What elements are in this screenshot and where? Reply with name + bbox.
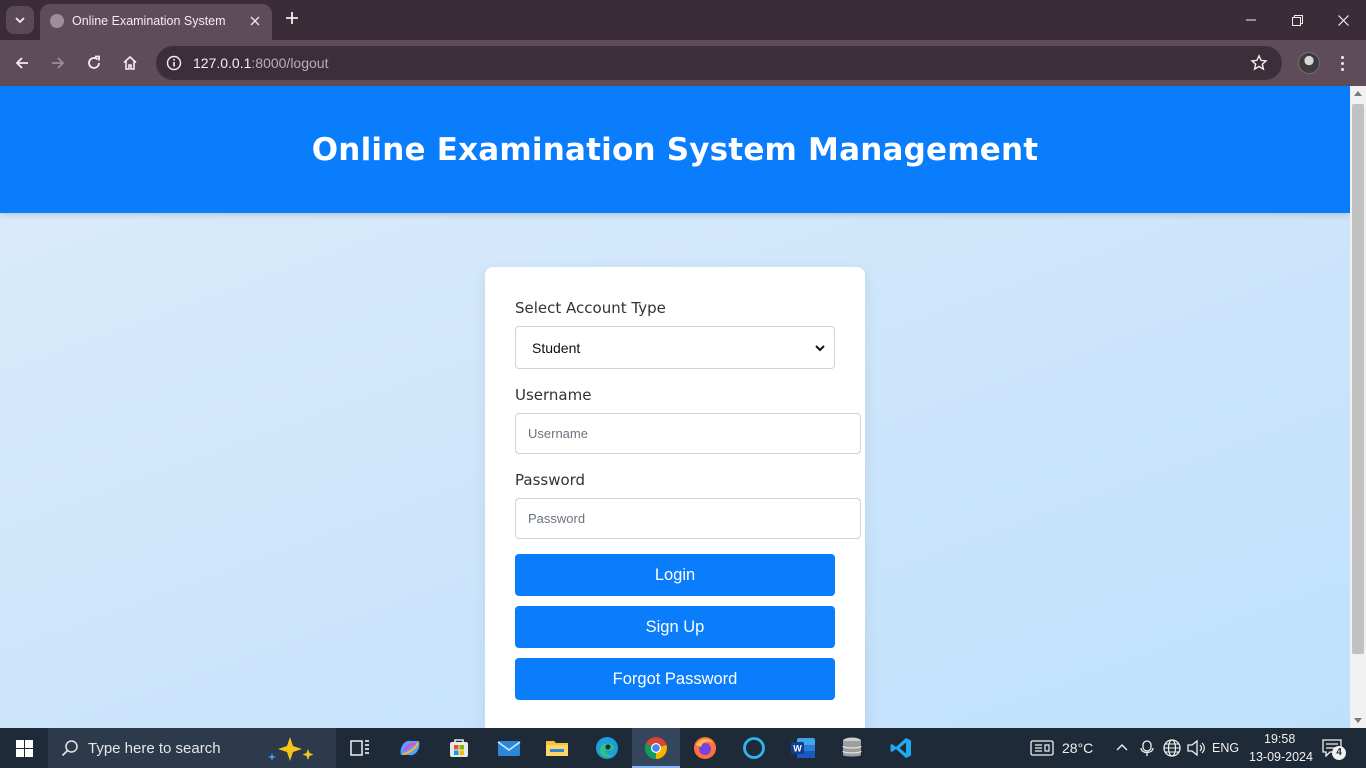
chrome-button[interactable] — [642, 734, 670, 762]
login-card: Select Account Type Student Username Use… — [485, 267, 865, 728]
globe-icon — [50, 14, 64, 28]
reload-icon — [88, 55, 100, 69]
mail-button[interactable] — [495, 734, 523, 762]
firefox-button[interactable] — [691, 734, 719, 762]
account-type-label: Select Account Type — [515, 299, 666, 317]
word-icon: W — [791, 738, 815, 758]
search-placeholder: Type here to search — [88, 740, 221, 757]
back-button[interactable] — [8, 49, 36, 77]
start-button[interactable] — [0, 728, 48, 768]
windows-taskbar: Type here to search W 28°C ENG 19:58 13-… — [0, 728, 1366, 768]
tab-close-button[interactable] — [246, 12, 264, 30]
signup-button[interactable]: Sign Up — [515, 606, 835, 648]
tab-title: Online Examination System — [72, 14, 226, 28]
chevron-down-icon — [815, 345, 825, 352]
username-label: Username — [515, 386, 592, 404]
weather-icon[interactable] — [1030, 739, 1054, 757]
profile-avatar[interactable] — [1298, 52, 1320, 74]
password-placeholder: Password — [528, 511, 586, 526]
close-window-button[interactable] — [1320, 0, 1366, 40]
sparkle-icon — [268, 737, 314, 761]
svg-text:W: W — [793, 744, 802, 754]
edge-button[interactable] — [593, 734, 621, 762]
close-icon — [250, 16, 260, 26]
notification-count-badge: 4 — [1332, 746, 1346, 760]
meet-now-icon[interactable] — [1140, 739, 1154, 757]
close-icon — [1337, 14, 1349, 26]
restore-button[interactable] — [1274, 0, 1320, 40]
browser-tab-strip: Online Examination System — [0, 0, 1366, 40]
speaker-icon[interactable] — [1186, 739, 1206, 757]
taskbar-search[interactable]: Type here to search — [48, 728, 336, 768]
account-type-value: Student — [532, 340, 581, 356]
username-input[interactable]: Username — [515, 413, 861, 454]
new-tab-button[interactable] — [282, 9, 302, 29]
word-button[interactable]: W — [789, 734, 817, 762]
mail-icon — [497, 741, 521, 756]
folder-icon — [546, 741, 568, 756]
plus-icon — [286, 12, 298, 24]
reload-button[interactable] — [80, 49, 108, 77]
star-icon[interactable] — [1250, 54, 1268, 72]
chevron-up-icon[interactable] — [1116, 742, 1128, 752]
vscode-icon — [890, 738, 911, 758]
address-bar[interactable]: 127.0.0.1:8000/logout — [156, 46, 1282, 80]
home-button[interactable] — [116, 49, 144, 77]
scroll-down-icon[interactable] — [1354, 718, 1362, 723]
account-type-select[interactable]: Student — [515, 326, 835, 369]
login-button[interactable]: Login — [515, 554, 835, 596]
clock-time[interactable]: 19:58 — [1264, 732, 1295, 746]
database-button[interactable] — [838, 734, 866, 762]
arrow-left-icon — [15, 57, 28, 69]
chrome-icon — [644, 737, 667, 760]
vscode-button[interactable] — [887, 734, 915, 762]
username-placeholder: Username — [528, 426, 588, 441]
url-host: 127.0.0.1 — [193, 55, 252, 71]
tab-search-button[interactable] — [6, 6, 34, 34]
weather-temperature[interactable]: 28°C — [1062, 740, 1093, 756]
url-path: :8000/logout — [251, 55, 329, 71]
scroll-up-icon[interactable] — [1354, 91, 1362, 96]
notification-center-button[interactable]: 4 — [1322, 738, 1346, 760]
forward-button[interactable] — [44, 49, 72, 77]
browser-toolbar: 127.0.0.1:8000/logout — [0, 40, 1366, 86]
restore-icon — [1291, 14, 1303, 26]
search-icon — [61, 740, 78, 757]
site-info-icon[interactable] — [166, 55, 182, 71]
password-input[interactable]: Password — [515, 498, 861, 539]
file-explorer-button[interactable] — [543, 734, 571, 762]
microsoft-store-button[interactable] — [445, 734, 473, 762]
browser-menu-button[interactable] — [1334, 53, 1350, 73]
firefox-icon — [694, 737, 716, 759]
cortana-button[interactable] — [740, 734, 768, 762]
page-title: Online Examination System Management — [311, 131, 1039, 168]
page-scrollbar[interactable] — [1350, 86, 1366, 728]
edge-icon — [596, 737, 618, 759]
database-icon — [842, 737, 862, 757]
chevron-down-icon — [15, 17, 25, 24]
window-controls — [1228, 0, 1366, 40]
copilot-icon — [400, 740, 420, 756]
page-viewport: Online Examination System Management Sel… — [0, 86, 1350, 728]
clock-date[interactable]: 13-09-2024 — [1249, 750, 1313, 764]
copilot-button[interactable] — [396, 734, 424, 762]
globe-network-icon[interactable] — [1162, 738, 1182, 758]
browser-tab[interactable]: Online Examination System — [40, 4, 272, 40]
forgot-password-button[interactable]: Forgot Password — [515, 658, 835, 700]
cortana-icon — [743, 737, 765, 759]
task-view-button[interactable] — [346, 734, 374, 762]
minimize-button[interactable] — [1228, 0, 1274, 40]
store-icon — [450, 739, 468, 757]
home-icon — [123, 55, 137, 70]
url-text: 127.0.0.1:8000/logout — [193, 55, 328, 71]
scrollbar-thumb[interactable] — [1352, 104, 1364, 654]
password-label: Password — [515, 471, 586, 489]
minimize-icon — [1246, 19, 1256, 21]
arrow-right-icon — [52, 57, 65, 69]
windows-logo-icon — [15, 739, 33, 757]
language-indicator[interactable]: ENG — [1212, 741, 1239, 755]
task-view-icon — [350, 740, 369, 756]
page-header: Online Examination System Management — [0, 86, 1350, 213]
